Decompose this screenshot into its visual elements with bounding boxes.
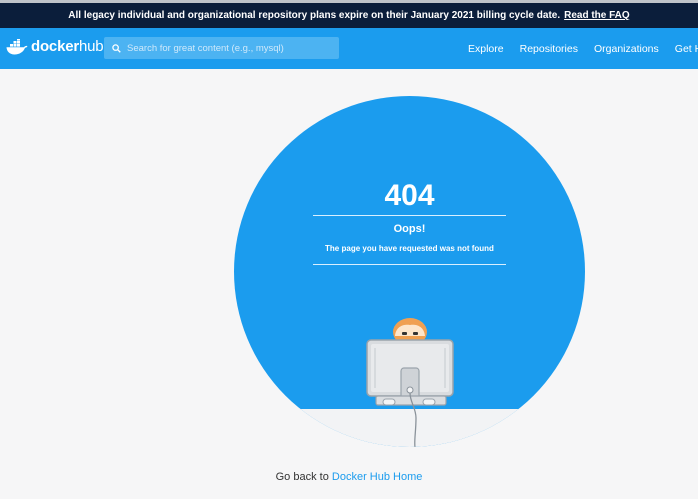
top-navbar: dockerhub Explore Repositories Organizat… — [0, 28, 698, 69]
nav-explore[interactable]: Explore — [468, 43, 504, 55]
docker-hub-logo[interactable]: dockerhub — [6, 38, 104, 55]
nav-repositories[interactable]: Repositories — [520, 43, 578, 55]
nav-get-help[interactable]: Get Help — [675, 43, 698, 55]
go-back-line: Go back to Docker Hub Home — [0, 471, 698, 483]
logo-hub-text: hub — [79, 38, 104, 55]
docker-hub-home-link[interactable]: Docker Hub Home — [332, 471, 422, 483]
banner-text: All legacy individual and organizational… — [68, 10, 561, 21]
search-icon — [112, 43, 121, 53]
nav-organizations[interactable]: Organizations — [594, 43, 659, 55]
faq-link[interactable]: Read the FAQ — [564, 10, 630, 21]
main-nav: Explore Repositories Organizations Get H… — [468, 28, 698, 69]
docker-whale-logo-icon — [6, 38, 28, 55]
logo-docker-text: docker — [31, 38, 79, 55]
announcement-banner: All legacy individual and organizational… — [0, 3, 698, 28]
logo-text: dockerhub — [31, 38, 104, 55]
monitor-person-illustration — [366, 318, 454, 447]
search-input[interactable] — [127, 42, 327, 54]
error-illustration: 404 Oops! The page you have requested wa… — [234, 96, 585, 447]
go-back-prefix: Go back to — [275, 471, 329, 483]
search-box[interactable] — [104, 37, 339, 59]
